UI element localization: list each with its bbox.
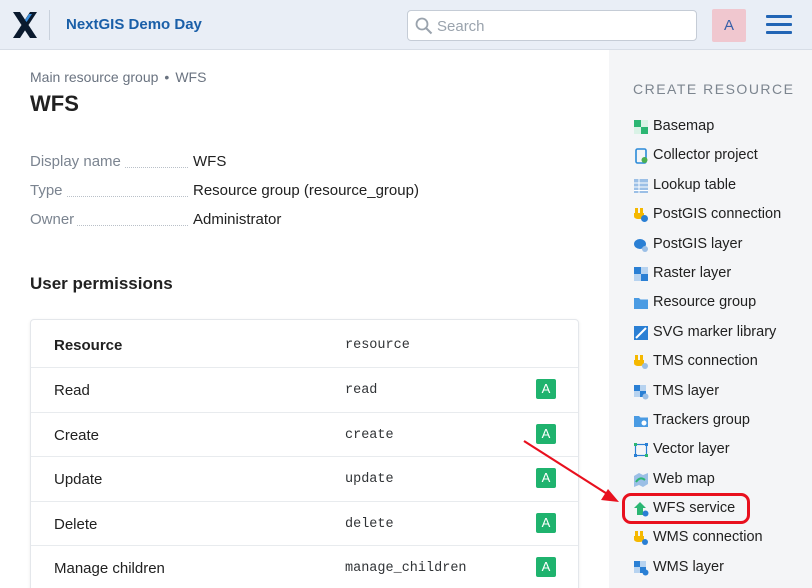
sidebar-item-label: TMS connection [653,353,758,370]
sidebar-item-label: Trackers group [653,411,750,428]
lookup-table-icon [634,178,648,193]
breadcrumb: Main resource group • WFS [30,69,206,85]
sidebar-item-label: Vector layer [653,441,730,458]
header-resource: Resource [54,337,123,354]
permission-name: Read [54,382,90,399]
table-row-create: Create create A [31,413,578,457]
app-title[interactable]: NextGIS Demo Day [66,16,202,33]
info-value: WFS [193,153,227,170]
permission-allowed-badge: A [536,468,556,488]
page-title: WFS [30,91,79,116]
search-box[interactable] [407,10,697,41]
postgis-layer-icon [634,238,648,252]
info-dots [125,167,188,168]
info-key: Type [30,182,63,199]
permission-name: Create [54,426,100,444]
permission-code: read [345,383,378,398]
info-value[interactable]: Administrator [193,211,281,228]
permission-name: Manage children [54,560,165,577]
table-row-read: Read read A [31,368,578,413]
sidebar-item-label: TMS layer [653,382,720,399]
vector-layer-icon [634,443,648,458]
user-avatar-button[interactable]: A [712,9,746,42]
sidebar-item-label: Lookup table [653,176,737,193]
permission-code: manage_children [345,561,467,576]
wfs-service-highlight-box [622,493,750,524]
permission-allowed-badge: A [536,423,556,444]
info-key: Display name [30,153,121,170]
trackers-group-icon [634,415,648,427]
permission-name: Update [54,471,103,488]
resource-info: Display name WFS Type Resource group (re… [30,153,430,240]
svg-marker-library-icon [634,325,648,340]
hamburger-menu-icon[interactable] [766,15,792,35]
logo-divider [49,10,50,40]
permission-allowed-badge: A [536,512,556,533]
info-row-type: Type Resource group (resource_group) [30,182,430,211]
wms-connection-icon [634,531,648,546]
header-code: resource [345,338,410,353]
breadcrumb-separator: • [164,69,170,85]
sidebar-title: CREATE RESOURCE [633,81,795,97]
permissions-table: Resource resource Read read A Create cre… [30,319,579,588]
table-header-row: Resource resource [31,320,578,368]
tms-connection-icon [634,355,648,370]
sidebar-item-label: SVG marker library [653,323,777,340]
folder-icon [634,298,648,310]
sidebar-item-label: Collector project [653,147,758,164]
permission-name: Delete [54,515,98,533]
postgis-connection-icon [634,208,648,223]
permission-code: create [345,427,394,443]
raster-layer-icon [634,266,648,281]
permission-code: update [345,472,394,487]
basemap-icon [634,120,648,134]
table-row-update: Update update A [31,457,578,502]
sidebar-item-label: WMS connection [653,529,763,546]
web-map-icon [634,472,648,487]
nextgis-logo-icon[interactable] [12,11,38,39]
search-input[interactable] [437,15,687,37]
table-row-manage-children: Manage children manage_children A [31,546,578,588]
sidebar-item-label: WMS layer [653,558,724,575]
sidebar-item-label: PostGIS layer [653,235,743,252]
permission-code: delete [345,516,394,532]
permission-allowed-badge: A [536,379,556,399]
top-header: NextGIS Demo Day A [0,0,812,50]
breadcrumb-current: WFS [175,69,207,85]
permissions-heading: User permissions [30,274,173,293]
sidebar-item-label: Web map [653,470,715,487]
search-icon [415,17,433,35]
wms-layer-icon [634,560,649,576]
tms-layer-icon [634,384,649,400]
sidebar-item-label: Resource group [653,294,757,311]
info-dots [77,225,188,226]
table-row-delete: Delete delete A [31,502,578,546]
info-dots [67,196,188,197]
permission-allowed-badge: A [536,557,556,577]
info-row-owner: Owner Administrator [30,211,430,240]
info-value: Resource group (resource_group) [193,182,419,199]
info-row-display-name: Display name WFS [30,153,430,182]
sidebar-item-label: Basemap [653,118,715,134]
sidebar-item-label: Raster layer [653,264,732,281]
collector-project-icon [635,148,648,165]
sidebar-item-label: PostGIS connection [653,206,782,223]
breadcrumb-link-main-resource-group[interactable]: Main resource group [30,69,158,85]
info-key: Owner [30,211,75,228]
